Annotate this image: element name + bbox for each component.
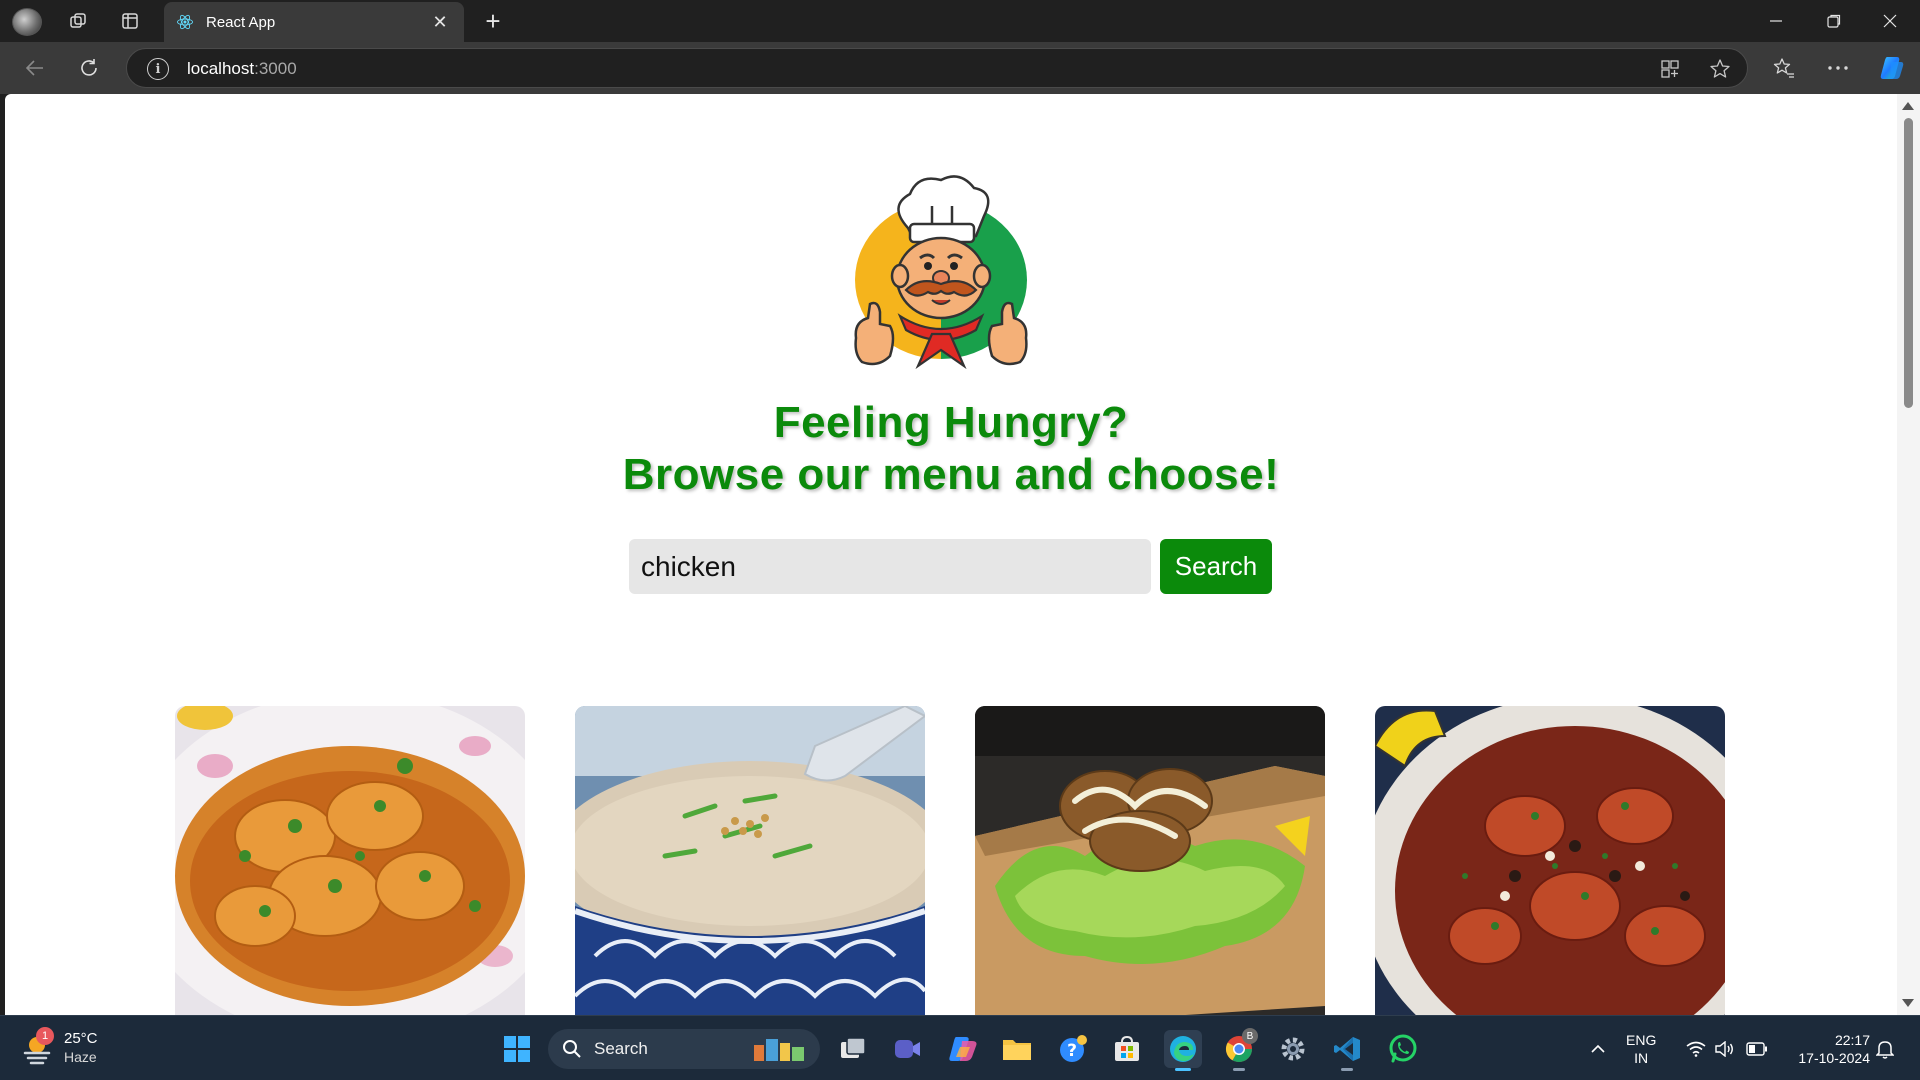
headline-browse-menu: Browse our menu and choose! — [622, 450, 1280, 499]
scroll-up-arrow-icon[interactable] — [1902, 102, 1914, 110]
search-button[interactable]: Search — [1160, 539, 1272, 594]
edge-browser-icon[interactable] — [1164, 1030, 1202, 1071]
windows-start-icon[interactable] — [498, 1030, 536, 1068]
active-app-indicator — [1175, 1068, 1191, 1071]
vscode-icon[interactable] — [1328, 1030, 1366, 1071]
running-app-indicator — [1341, 1068, 1353, 1071]
task-view-icon[interactable] — [834, 1030, 872, 1068]
more-options-icon[interactable] — [1822, 52, 1854, 84]
recipe-search-input[interactable] — [629, 539, 1151, 594]
copilot-icon[interactable] — [1876, 52, 1908, 84]
chicken-curry-image — [175, 706, 525, 1015]
browser-titlebar: React App ✕ + — [0, 0, 1920, 42]
svg-text:?: ? — [1067, 1041, 1077, 1061]
workspaces-icon[interactable] — [62, 6, 94, 36]
restore-icon[interactable] — [1806, 0, 1862, 42]
tab-title: React App — [206, 13, 276, 31]
teams-meet-icon[interactable] — [888, 1030, 926, 1068]
microsoft-store-icon[interactable] — [1108, 1030, 1146, 1068]
profile-avatar[interactable] — [12, 8, 42, 36]
show-hidden-icons-chevron-icon[interactable] — [1590, 1016, 1606, 1080]
minimize-icon[interactable] — [1748, 0, 1804, 42]
browser-toolbar: i localhost:3000 — [0, 42, 1920, 94]
volume-icon[interactable] — [1714, 1016, 1734, 1080]
app-available-icon[interactable] — [1657, 57, 1683, 81]
scroll-thumb[interactable] — [1904, 118, 1913, 408]
whatsapp-icon[interactable] — [1384, 1030, 1422, 1068]
haze-weather-icon: 1 — [20, 1027, 54, 1065]
chicken-stew-pot-image — [1375, 706, 1725, 1015]
refresh-icon[interactable] — [72, 52, 106, 84]
tab-react-app[interactable]: React App ✕ — [164, 2, 464, 42]
scroll-down-arrow-icon[interactable] — [1902, 999, 1914, 1007]
page-viewport: Feeling Hungry? Browse our menu and choo… — [5, 94, 1897, 1015]
url-text[interactable]: localhost:3000 — [187, 59, 297, 79]
search-icon — [563, 1040, 581, 1058]
favorites-icon[interactable] — [1768, 52, 1800, 84]
windows-taskbar: 1 25°C Haze Search ? B ENG IN 22:17 17-1… — [0, 1015, 1920, 1080]
weather-notification-badge: 1 — [36, 1027, 54, 1045]
recipe-card-rice-porridge[interactable] — [575, 706, 925, 1015]
page-scrollbar[interactable] — [1897, 94, 1920, 1015]
language-indicator[interactable]: ENG IN — [1626, 1031, 1656, 1067]
notification-bell-icon[interactable] — [1876, 1016, 1894, 1080]
settings-gear-icon[interactable] — [1274, 1030, 1312, 1068]
recipe-card-fried-chicken-lettuce[interactable] — [975, 706, 1325, 1015]
weather-widget[interactable]: 1 25°C Haze — [20, 1027, 98, 1066]
chrome-profile-badge: B — [1242, 1028, 1258, 1044]
close-window-icon[interactable] — [1862, 0, 1918, 42]
back-arrow-icon[interactable] — [18, 52, 52, 84]
chrome-browser-icon[interactable]: B — [1220, 1028, 1258, 1071]
recipe-card-chicken-stew-pot[interactable] — [1375, 706, 1725, 1015]
weather-condition: Haze — [64, 1049, 97, 1065]
file-explorer-icon[interactable] — [998, 1030, 1036, 1068]
react-icon — [176, 13, 194, 31]
address-bar[interactable]: i localhost:3000 — [126, 48, 1748, 88]
headline-feeling-hungry: Feeling Hungry? — [773, 398, 1129, 447]
get-help-icon[interactable]: ? — [1054, 1030, 1092, 1068]
favorite-star-icon[interactable] — [1707, 57, 1733, 81]
close-tab-icon[interactable]: ✕ — [428, 12, 452, 33]
recipe-card-chicken-curry[interactable] — [175, 706, 525, 1015]
chef-logo-icon — [848, 166, 1034, 376]
taskbar-search-label: Search — [594, 1039, 648, 1058]
taskbar-search-box[interactable]: Search — [548, 1029, 820, 1069]
fried-chicken-lettuce-image — [975, 706, 1325, 1015]
battery-icon[interactable] — [1746, 1016, 1768, 1080]
weather-temperature: 25°C — [64, 1030, 98, 1047]
wifi-icon[interactable] — [1686, 1016, 1706, 1080]
vertical-tabs-icon[interactable] — [114, 6, 146, 36]
search-highlight-icon — [754, 1039, 804, 1061]
system-clock[interactable]: 22:17 17-10-2024 — [1780, 1031, 1870, 1067]
rice-porridge-image — [575, 706, 925, 1015]
copilot-app-icon[interactable] — [944, 1030, 982, 1068]
site-info-icon[interactable]: i — [147, 58, 169, 80]
new-tab-icon[interactable]: + — [478, 6, 508, 36]
running-app-indicator — [1233, 1068, 1245, 1071]
